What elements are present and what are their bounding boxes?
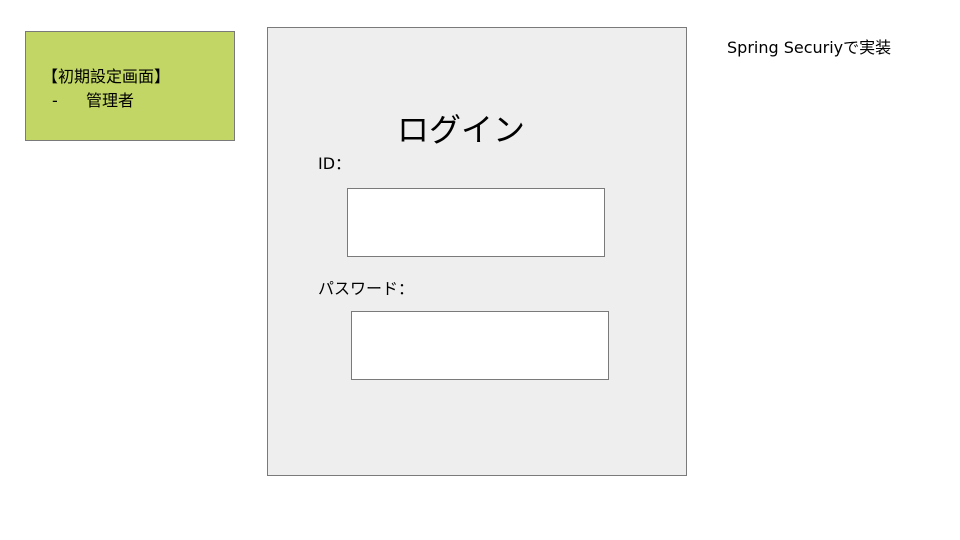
bullet-dash: - (52, 91, 58, 110)
screen-note-box: 【初期設定画面】 - 管理者 (25, 31, 235, 141)
login-panel: ログイン ID： パスワード： (267, 27, 687, 476)
screen-note-role: 管理者 (86, 91, 135, 110)
password-label: パスワード： (318, 279, 415, 298)
password-input[interactable] (351, 311, 609, 380)
screen-note-title: 【初期設定画面】 (42, 67, 171, 86)
id-input[interactable] (347, 188, 605, 257)
login-title: ログイン (396, 111, 525, 149)
implementation-note: Spring Securiyで実装 (727, 38, 892, 57)
id-label: ID： (318, 154, 352, 173)
screen-note-item: - 管理者 (42, 89, 234, 113)
